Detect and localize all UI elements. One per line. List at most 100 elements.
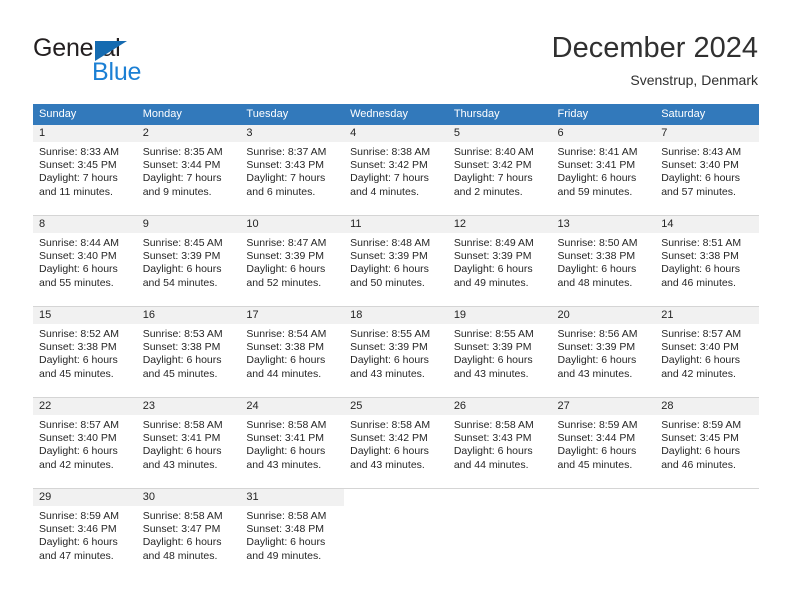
day-cell[interactable]: 11 Sunrise: 8:48 AM Sunset: 3:39 PM Dayl… (344, 216, 448, 306)
day-cell[interactable]: 25 Sunrise: 8:58 AM Sunset: 3:42 PM Dayl… (344, 398, 448, 488)
day-cell[interactable]: 21 Sunrise: 8:57 AM Sunset: 3:40 PM Dayl… (655, 307, 759, 397)
sunset-text: Sunset: 3:46 PM (39, 523, 117, 536)
day-cell[interactable]: 27 Sunrise: 8:59 AM Sunset: 3:44 PM Dayl… (551, 398, 656, 488)
day-info: Sunrise: 8:58 AM Sunset: 3:42 PM Dayligh… (344, 415, 448, 472)
sunset-text: Sunset: 3:38 PM (557, 250, 636, 263)
sunrise-text: Sunrise: 8:47 AM (246, 237, 327, 249)
weekday-header-saturday: Saturday (661, 108, 706, 120)
sunset-text: Sunset: 3:40 PM (661, 341, 739, 354)
day-info: Sunrise: 8:33 AM Sunset: 3:45 PM Dayligh… (33, 142, 137, 199)
sunrise-text: Sunrise: 8:59 AM (557, 419, 638, 431)
sunrise-text: Sunrise: 8:59 AM (661, 419, 742, 431)
week-row: 22 Sunrise: 8:57 AM Sunset: 3:40 PM Dayl… (33, 397, 759, 488)
day-cell[interactable]: 31 Sunrise: 8:58 AM Sunset: 3:48 PM Dayl… (240, 489, 345, 579)
day-cell-empty (552, 489, 656, 579)
day-number: 2 (136, 125, 241, 142)
day-number: 9 (136, 216, 241, 233)
daylight-text-line1: Daylight: 7 hours (39, 172, 118, 185)
sunset-text: Sunset: 3:38 PM (39, 341, 117, 354)
sunset-text: Sunset: 3:39 PM (350, 250, 428, 263)
day-cell[interactable]: 28 Sunrise: 8:59 AM Sunset: 3:45 PM Dayl… (655, 398, 759, 488)
daylight-text-line2: and 43 minutes. (557, 367, 633, 380)
day-info: Sunrise: 8:58 AM Sunset: 3:41 PM Dayligh… (137, 415, 241, 472)
day-info: Sunrise: 8:55 AM Sunset: 3:39 PM Dayligh… (344, 324, 448, 381)
daylight-text-line1: Daylight: 6 hours (453, 263, 533, 276)
day-info: Sunrise: 8:58 AM Sunset: 3:41 PM Dayligh… (240, 415, 344, 472)
day-cell[interactable]: 29 Sunrise: 8:59 AM Sunset: 3:46 PM Dayl… (33, 489, 137, 579)
daylight-text-line2: and 50 minutes. (350, 276, 425, 289)
daylight-text-line2: and 42 minutes. (39, 458, 114, 471)
sunset-text: Sunset: 3:43 PM (453, 432, 532, 445)
sunrise-text: Sunrise: 8:38 AM (350, 146, 431, 158)
sunset-text: Sunset: 3:38 PM (246, 341, 325, 354)
weekday-header-thursday: Thursday (453, 108, 500, 120)
day-cell[interactable]: 24 Sunrise: 8:58 AM Sunset: 3:41 PM Dayl… (240, 398, 345, 488)
day-cell[interactable]: 18 Sunrise: 8:55 AM Sunset: 3:39 PM Dayl… (344, 307, 448, 397)
daylight-text-line2: and 43 minutes. (350, 367, 425, 380)
day-cell[interactable]: 23 Sunrise: 8:58 AM Sunset: 3:41 PM Dayl… (136, 398, 241, 488)
day-cell[interactable]: 7 Sunrise: 8:43 AM Sunset: 3:40 PM Dayli… (655, 125, 759, 215)
day-cell[interactable]: 1 Sunrise: 8:33 AM Sunset: 3:45 PM Dayli… (33, 125, 137, 215)
sunset-text: Sunset: 3:40 PM (39, 250, 117, 263)
day-cell[interactable]: 12 Sunrise: 8:49 AM Sunset: 3:39 PM Dayl… (447, 216, 552, 306)
day-cell[interactable]: 30 Sunrise: 8:58 AM Sunset: 3:47 PM Dayl… (136, 489, 241, 579)
week-row: 29 Sunrise: 8:59 AM Sunset: 3:46 PM Dayl… (33, 488, 759, 579)
sunset-text: Sunset: 3:39 PM (453, 341, 532, 354)
daylight-text-line2: and 45 minutes. (39, 367, 114, 380)
day-info: Sunrise: 8:45 AM Sunset: 3:39 PM Dayligh… (137, 233, 241, 290)
page-header: General Blue December 2024 Svenstrup, De… (0, 0, 792, 100)
day-number (344, 489, 448, 506)
day-cell[interactable]: 2 Sunrise: 8:35 AM Sunset: 3:44 PM Dayli… (136, 125, 241, 215)
day-cell[interactable]: 26 Sunrise: 8:58 AM Sunset: 3:43 PM Dayl… (447, 398, 552, 488)
daylight-text-line1: Daylight: 6 hours (661, 263, 741, 276)
day-cell[interactable]: 16 Sunrise: 8:53 AM Sunset: 3:38 PM Dayl… (136, 307, 241, 397)
daylight-text-line1: Daylight: 6 hours (661, 172, 741, 185)
day-info: Sunrise: 8:57 AM Sunset: 3:40 PM Dayligh… (655, 324, 759, 381)
daylight-text-line2: and 45 minutes. (557, 458, 633, 471)
day-number: 27 (551, 398, 656, 415)
day-number: 17 (240, 307, 345, 324)
week-row: 15 Sunrise: 8:52 AM Sunset: 3:38 PM Dayl… (33, 306, 759, 397)
day-cell[interactable]: 8 Sunrise: 8:44 AM Sunset: 3:40 PM Dayli… (33, 216, 137, 306)
day-cell[interactable]: 13 Sunrise: 8:50 AM Sunset: 3:38 PM Dayl… (551, 216, 656, 306)
sunrise-text: Sunrise: 8:49 AM (453, 237, 534, 249)
general-blue-logo[interactable]: General Blue (33, 34, 233, 86)
day-cell[interactable]: 5 Sunrise: 8:40 AM Sunset: 3:42 PM Dayli… (447, 125, 552, 215)
sunrise-text: Sunrise: 8:45 AM (142, 237, 223, 249)
week-row: 8 Sunrise: 8:44 AM Sunset: 3:40 PM Dayli… (33, 215, 759, 306)
day-cell[interactable]: 6 Sunrise: 8:41 AM Sunset: 3:41 PM Dayli… (551, 125, 656, 215)
sunset-text: Sunset: 3:38 PM (142, 341, 221, 354)
day-number: 31 (240, 489, 345, 506)
day-cell[interactable]: 3 Sunrise: 8:37 AM Sunset: 3:43 PM Dayli… (240, 125, 345, 215)
sunrise-text: Sunrise: 8:58 AM (350, 419, 431, 431)
daylight-text-line2: and 6 minutes. (246, 185, 316, 198)
sunset-text: Sunset: 3:45 PM (39, 159, 117, 172)
sunset-text: Sunset: 3:41 PM (142, 432, 221, 445)
daylight-text-line2: and 49 minutes. (246, 549, 322, 562)
day-cell[interactable]: 9 Sunrise: 8:45 AM Sunset: 3:39 PM Dayli… (136, 216, 241, 306)
daylight-text-line2: and 44 minutes. (453, 458, 529, 471)
day-number: 18 (344, 307, 448, 324)
day-cell[interactable]: 20 Sunrise: 8:56 AM Sunset: 3:39 PM Dayl… (551, 307, 656, 397)
sunrise-text: Sunrise: 8:57 AM (661, 328, 742, 340)
day-cell[interactable]: 10 Sunrise: 8:47 AM Sunset: 3:39 PM Dayl… (240, 216, 345, 306)
daylight-text-line1: Daylight: 7 hours (246, 172, 326, 185)
day-cell[interactable]: 14 Sunrise: 8:51 AM Sunset: 3:38 PM Dayl… (655, 216, 759, 306)
day-number (448, 489, 552, 506)
day-info: Sunrise: 8:40 AM Sunset: 3:42 PM Dayligh… (448, 142, 552, 199)
daylight-text-line1: Daylight: 6 hours (39, 354, 118, 367)
daylight-text-line2: and 54 minutes. (142, 276, 218, 289)
daylight-text-line2: and 57 minutes. (661, 185, 736, 198)
day-number (655, 489, 759, 506)
weekday-header-row: Sunday Monday Tuesday Wednesday Thursday… (33, 104, 759, 125)
day-cell[interactable]: 22 Sunrise: 8:57 AM Sunset: 3:40 PM Dayl… (33, 398, 137, 488)
day-cell[interactable]: 15 Sunrise: 8:52 AM Sunset: 3:38 PM Dayl… (33, 307, 137, 397)
weekday-header-tuesday: Tuesday (246, 108, 289, 120)
daylight-text-line1: Daylight: 6 hours (39, 263, 118, 276)
day-cell[interactable]: 17 Sunrise: 8:54 AM Sunset: 3:38 PM Dayl… (240, 307, 345, 397)
day-cell[interactable]: 4 Sunrise: 8:38 AM Sunset: 3:42 PM Dayli… (344, 125, 448, 215)
day-cell[interactable]: 19 Sunrise: 8:55 AM Sunset: 3:39 PM Dayl… (447, 307, 552, 397)
sunset-text: Sunset: 3:42 PM (453, 159, 532, 172)
sunrise-text: Sunrise: 8:58 AM (142, 510, 223, 522)
sunrise-text: Sunrise: 8:44 AM (39, 237, 119, 249)
